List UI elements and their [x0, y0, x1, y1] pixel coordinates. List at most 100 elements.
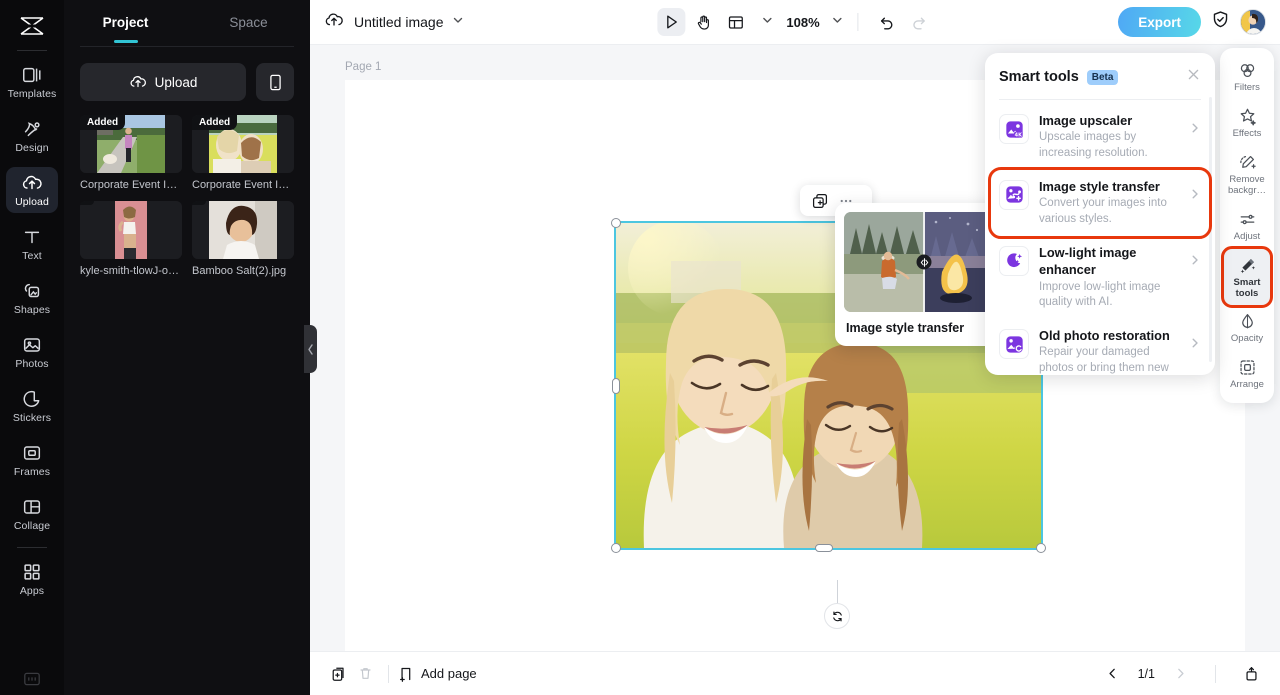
sidebar-item-shapes[interactable]: Shapes: [6, 275, 58, 321]
tab-opacity[interactable]: Opacity: [1224, 305, 1270, 351]
sidebar-item-stickers[interactable]: Stickers: [6, 383, 58, 429]
rotate-stem: [837, 580, 838, 604]
tool-label: Effects: [1233, 129, 1262, 140]
export-page-icon[interactable]: [1238, 661, 1264, 687]
smart-tool-low-light-enhancer[interactable]: Low-light image enhancer Improve low-lig…: [991, 236, 1209, 319]
tab-arrange[interactable]: Arrange: [1224, 351, 1270, 397]
sidebar-item-text[interactable]: Text: [6, 221, 58, 267]
top-toolbar: Untitled image: [310, 0, 1280, 45]
asset-thumbnail[interactable]: [80, 201, 182, 259]
before-after-split-icon[interactable]: [917, 255, 932, 270]
resize-handle-left[interactable]: [612, 378, 620, 394]
resize-handle-bottom-left[interactable]: [611, 543, 621, 553]
tool-label: Arrange: [1230, 380, 1264, 391]
tool-label: Remove backgr…: [1225, 175, 1269, 197]
upload-button[interactable]: Upload: [80, 63, 246, 101]
sidebar-label: Shapes: [14, 305, 50, 316]
chevron-left-icon[interactable]: [1100, 661, 1126, 687]
chevron-down-icon[interactable]: [832, 13, 844, 31]
arrange-icon: [1238, 358, 1257, 377]
status-badge: [192, 201, 206, 205]
bottom-toolbar: Add page 1/1: [310, 651, 1280, 695]
smart-tool-name: Old photo restoration: [1039, 327, 1179, 344]
asset-thumbnail[interactable]: [192, 201, 294, 259]
smart-tool-desc: Convert your images into various styles.: [1039, 196, 1179, 228]
asset-name: Corporate Event Idea...: [80, 179, 182, 191]
smart-tools-title: Smart tools: [999, 69, 1079, 85]
smart-tool-image-upscaler[interactable]: 4K Image upscaler Upscale images by incr…: [991, 104, 1209, 170]
hand-pan-icon[interactable]: [689, 8, 717, 36]
tab-remove-background[interactable]: Remove backgr…: [1224, 146, 1270, 203]
tool-label: Opacity: [1231, 334, 1263, 345]
sidebar-item-photos[interactable]: Photos: [6, 329, 58, 375]
right-tool-rail: Filters Effects Remove backgr… Adjust: [1220, 48, 1274, 403]
sidebar-item-collage[interactable]: Collage: [6, 491, 58, 537]
tab-space[interactable]: Space: [187, 0, 310, 46]
sidebar-item-upload[interactable]: Upload: [6, 167, 58, 213]
sidebar-item-design[interactable]: Design: [6, 113, 58, 159]
list-item[interactable]: kyle-smith-tlowJ-oY...: [80, 201, 182, 277]
list-item[interactable]: Bamboo Salt(2).jpg: [192, 201, 294, 277]
page-label: Page 1: [345, 61, 381, 73]
duplicate-page-icon[interactable]: [326, 661, 352, 687]
old-photo-restore-icon: [999, 329, 1029, 359]
chevron-right-icon: [1189, 253, 1201, 271]
add-page-button[interactable]: Add page: [399, 666, 477, 682]
zoom-level[interactable]: 108%: [786, 15, 819, 30]
sidebar-label: Photos: [15, 359, 48, 370]
sidebar-item-frames[interactable]: Frames: [6, 437, 58, 483]
rail-footer-button[interactable]: [0, 671, 64, 687]
layout-panels-icon[interactable]: [721, 8, 749, 36]
resize-handle-bottom[interactable]: [815, 544, 833, 552]
moon-sparkle-icon: [999, 246, 1029, 276]
effects-sparkle-icon: [1238, 107, 1257, 126]
asset-name: Corporate Event Idea...: [192, 179, 294, 191]
tab-smart-tools[interactable]: Smart tools: [1224, 249, 1270, 306]
smart-tool-old-photo-restoration[interactable]: Old photo restoration Repair your damage…: [991, 319, 1209, 375]
tab-project[interactable]: Project: [64, 0, 187, 46]
toolbar-divider: [388, 665, 389, 683]
smart-tool-text: Image style transfer Convert your images…: [1039, 178, 1179, 228]
mobile-upload-button[interactable]: [256, 63, 294, 101]
tab-adjust[interactable]: Adjust: [1224, 203, 1270, 249]
smart-tool-name: Image upscaler: [1039, 112, 1179, 129]
smart-tool-desc: Improve low-light image quality with AI.: [1039, 280, 1179, 312]
collapse-panel-handle[interactable]: [304, 325, 317, 373]
toolbar-divider: [1215, 665, 1216, 683]
rotate-handle-icon[interactable]: [824, 603, 850, 629]
cursor-arrow-icon[interactable]: [657, 8, 685, 36]
canvas-tools-group: 108%: [657, 8, 932, 36]
remove-background-icon: [1238, 153, 1257, 172]
tab-effects[interactable]: Effects: [1224, 100, 1270, 146]
panel-scrollbar[interactable]: [1209, 97, 1212, 362]
tool-label: Adjust: [1234, 232, 1260, 243]
sidebar-label: Design: [15, 143, 48, 154]
asset-name: kyle-smith-tlowJ-oY...: [80, 265, 182, 277]
before-after-preview[interactable]: [844, 212, 1004, 312]
sidebar-label: Apps: [20, 586, 44, 597]
chevron-down-icon[interactable]: [452, 13, 464, 31]
list-item[interactable]: Added: [192, 115, 294, 191]
cloud-upload-icon[interactable]: [324, 10, 344, 35]
avatar[interactable]: [1240, 9, 1266, 35]
close-x-icon[interactable]: [1186, 67, 1201, 87]
capcut-logo-icon[interactable]: [10, 8, 54, 44]
page-title[interactable]: Untitled image: [354, 14, 444, 30]
chevron-down-icon[interactable]: [761, 13, 773, 31]
asset-thumbnail[interactable]: Added: [80, 115, 182, 173]
tool-label: Filters: [1234, 83, 1260, 94]
asset-thumbnail[interactable]: Added: [192, 115, 294, 173]
sidebar-item-templates[interactable]: Templates: [6, 59, 58, 105]
export-button[interactable]: Export: [1118, 7, 1201, 37]
list-item[interactable]: Added: [80, 115, 182, 191]
resize-handle-bottom-right[interactable]: [1036, 543, 1046, 553]
smart-tool-image-style-transfer[interactable]: Image style transfer Convert your images…: [991, 170, 1209, 236]
sidebar-item-apps[interactable]: Apps: [6, 556, 58, 602]
chevron-right-icon: [1189, 121, 1201, 139]
resize-handle-top-left[interactable]: [611, 218, 621, 228]
tab-filters[interactable]: Filters: [1224, 54, 1270, 100]
shield-check-icon[interactable]: [1211, 10, 1230, 34]
duplicate-layers-icon[interactable]: [808, 189, 832, 213]
undo-arrow-icon[interactable]: [873, 8, 901, 36]
panel-tab-strip: Project Space: [64, 0, 310, 46]
